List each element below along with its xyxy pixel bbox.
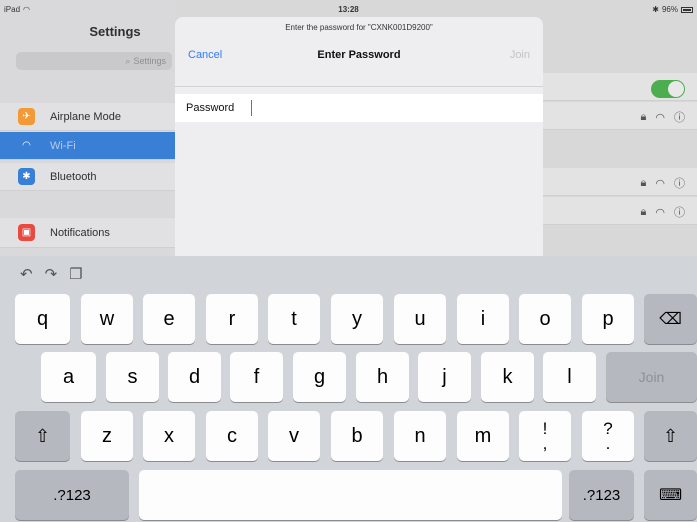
shift-key-right[interactable]: ⇧ bbox=[644, 411, 697, 461]
shift-icon: ⇧ bbox=[662, 425, 679, 446]
key-exclamation-comma[interactable]: ! , bbox=[519, 411, 571, 461]
lock-icon: 🔒︎ bbox=[640, 205, 647, 218]
airplane-icon: ✈ bbox=[18, 108, 35, 125]
sidebar-item-label: Airplane Mode bbox=[50, 110, 121, 123]
key-n[interactable]: n bbox=[394, 411, 446, 461]
wifi-signal-icon: ◠ bbox=[655, 177, 665, 190]
key-bottom-char: , bbox=[542, 434, 548, 453]
sidebar-item-label: Wi-Fi bbox=[50, 139, 76, 152]
password-label: Password bbox=[186, 102, 235, 114]
password-modal: Enter the password for "CXNK001D9200" Ca… bbox=[175, 17, 543, 262]
wifi-icon: ◠ bbox=[18, 137, 35, 154]
sidebar-item-label: Bluetooth bbox=[50, 170, 97, 183]
key-h[interactable]: h bbox=[356, 352, 409, 402]
key-a[interactable]: a bbox=[41, 352, 96, 402]
wifi-signal-icon: ◠ bbox=[655, 206, 665, 219]
password-input[interactable] bbox=[251, 100, 452, 116]
network-row[interactable]: 🔒︎ ◠ ⓘ bbox=[543, 102, 697, 130]
key-x[interactable]: x bbox=[143, 411, 195, 461]
undo-icon[interactable]: ↶ bbox=[20, 265, 33, 283]
key-z[interactable]: z bbox=[81, 411, 133, 461]
bluetooth-icon: ✱ bbox=[18, 168, 35, 185]
key-w[interactable]: w bbox=[81, 294, 133, 344]
key-e[interactable]: e bbox=[143, 294, 195, 344]
join-button[interactable]: Join bbox=[510, 49, 530, 61]
redo-icon[interactable]: ↷ bbox=[45, 265, 58, 283]
sidebar-item-notifications[interactable]: ▣ Notifications bbox=[0, 218, 175, 248]
key-l[interactable]: l bbox=[543, 352, 596, 402]
sidebar-item-bluetooth[interactable]: ✱ Bluetooth bbox=[0, 163, 175, 191]
network-row[interactable]: 🔒︎ ◠ ⓘ bbox=[543, 197, 697, 225]
key-k[interactable]: k bbox=[481, 352, 534, 402]
wifi-toggle-row bbox=[543, 73, 697, 101]
sidebar-search[interactable]: ⌕ Settings bbox=[16, 52, 172, 70]
key-p[interactable]: p bbox=[582, 294, 634, 344]
key-c[interactable]: c bbox=[206, 411, 258, 461]
shift-icon: ⇧ bbox=[34, 425, 51, 446]
sidebar-item-wifi[interactable]: ◠ Wi-Fi bbox=[0, 132, 175, 160]
info-icon[interactable]: ⓘ bbox=[674, 204, 685, 220]
numbers-key-left[interactable]: .?123 bbox=[15, 470, 129, 520]
key-g[interactable]: g bbox=[293, 352, 346, 402]
wifi-toggle[interactable] bbox=[651, 80, 685, 98]
battery-percent: 96% bbox=[661, 5, 678, 14]
key-q[interactable]: q bbox=[15, 294, 70, 344]
key-f[interactable]: f bbox=[230, 352, 283, 402]
network-row[interactable]: 🔒︎ ◠ ⓘ bbox=[543, 168, 697, 196]
key-j[interactable]: j bbox=[418, 352, 471, 402]
battery-icon bbox=[681, 6, 693, 13]
status-time: 13:28 bbox=[338, 5, 359, 14]
lock-icon: 🔒︎ bbox=[640, 110, 647, 123]
dismiss-keyboard-key[interactable]: ⌨ bbox=[644, 470, 697, 520]
key-d[interactable]: d bbox=[168, 352, 221, 402]
backspace-key[interactable]: ⌫ bbox=[644, 294, 697, 344]
numbers-key-right[interactable]: .?123 bbox=[569, 470, 634, 520]
keyboard: ↶ ↷ ❐ q w e r t y u i o p ⌫ a s d f g h … bbox=[0, 256, 697, 522]
space-bar[interactable] bbox=[139, 470, 562, 520]
keyboard-dismiss-icon: ⌨ bbox=[658, 487, 683, 504]
wifi-signal-icon: ◠ bbox=[655, 111, 665, 124]
settings-sidebar: Settings ⌕ Settings ✈ Airplane Mode ◠ Wi… bbox=[0, 0, 175, 256]
key-m[interactable]: m bbox=[457, 411, 509, 461]
info-icon[interactable]: ⓘ bbox=[674, 109, 685, 125]
paste-icon[interactable]: ❐ bbox=[69, 265, 82, 283]
shift-key-left[interactable]: ⇧ bbox=[15, 411, 70, 461]
status-right: ✱ 96% bbox=[652, 5, 693, 14]
key-u[interactable]: u bbox=[394, 294, 446, 344]
key-v[interactable]: v bbox=[268, 411, 320, 461]
key-question-period[interactable]: ? . bbox=[582, 411, 634, 461]
key-o[interactable]: o bbox=[519, 294, 571, 344]
search-placeholder: Settings bbox=[133, 56, 166, 66]
sidebar-title: Settings bbox=[89, 24, 141, 39]
status-bar: iPad ◠ 13:28 ✱ 96% bbox=[0, 0, 697, 18]
join-key[interactable]: Join bbox=[606, 352, 697, 402]
key-s[interactable]: s bbox=[106, 352, 159, 402]
search-icon: ⌕ bbox=[125, 55, 131, 66]
modal-title: Enter Password bbox=[317, 49, 401, 61]
info-icon[interactable]: ⓘ bbox=[674, 175, 685, 191]
key-r[interactable]: r bbox=[206, 294, 258, 344]
key-y[interactable]: y bbox=[331, 294, 383, 344]
lock-icon: 🔒︎ bbox=[640, 176, 647, 189]
key-b[interactable]: b bbox=[331, 411, 383, 461]
password-row[interactable]: Password bbox=[175, 94, 543, 122]
notifications-icon: ▣ bbox=[18, 224, 35, 241]
modal-prompt: Enter the password for "CXNK001D9200" bbox=[285, 23, 433, 32]
backspace-icon: ⌫ bbox=[659, 311, 682, 328]
sidebar-item-airplane-mode[interactable]: ✈ Airplane Mode bbox=[0, 103, 175, 131]
key-t[interactable]: t bbox=[268, 294, 320, 344]
keyboard-shortcut-bar: ↶ ↷ ❐ bbox=[0, 256, 83, 292]
sidebar-item-label: Notifications bbox=[50, 226, 110, 239]
modal-nav-bar: Cancel Enter Password Join bbox=[175, 39, 543, 87]
bluetooth-status-icon: ✱ bbox=[652, 5, 659, 14]
key-i[interactable]: i bbox=[457, 294, 509, 344]
key-bottom-char: . bbox=[605, 434, 611, 453]
